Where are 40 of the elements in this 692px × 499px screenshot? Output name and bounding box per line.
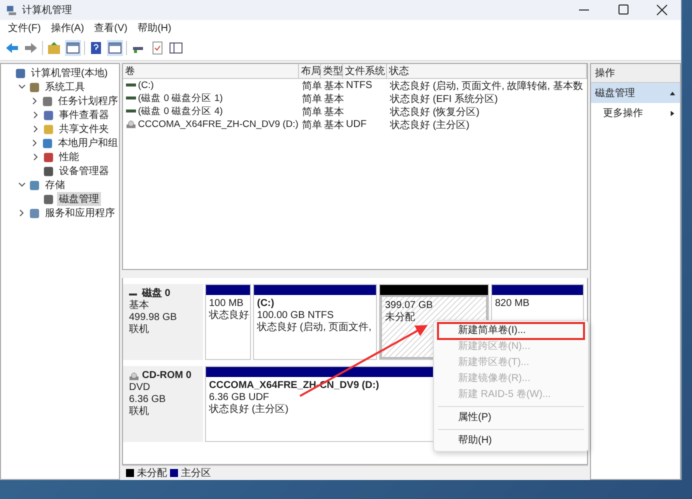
table-cell-text: 基本 [323,106,343,118]
table-cell: CCCOMA_X64FRE_ZH-CN_DV9 (D:) [138,119,298,130]
actions-header: 操作 [591,64,680,83]
table-cell-text: 状态良好 (主分区) [389,118,470,132]
table-cell-text: 基本 [323,118,343,132]
table-cell: (C:) [138,80,154,91]
disk-type: 基本 [129,300,150,312]
partition-detail: 100.00 GB NTFS [257,310,334,322]
table-cell-text: 基本 [323,92,343,106]
disk-name: 磁盘 0 [142,288,170,300]
table-cell-text: 简单 [301,118,321,132]
table-cell: (磁盘 0 磁盘分区 1) [138,92,223,105]
disk-size: 6.36 GB [129,394,167,406]
window-title: 计算机管理 [22,4,72,17]
table-cell-text: UDF [345,119,368,130]
disk-type: DVD [129,382,152,394]
table-cell: (磁盘 0 磁盘分区 4) [138,105,223,118]
partition-detail: 状态良好 (启动, 页面文件, [257,322,372,334]
partition-detail: 状态良好 (主分区) [209,404,288,416]
table-cell-text: 状态良好 (启动, 页面文件, 故障转储, 基本数 [389,80,584,92]
partition-detail: 399.07 GB [385,300,433,312]
table-cell-text: 状态良好 (EFI 系统分区) [389,92,499,106]
table-cell-text: 状态良好 (恢复分区) [389,106,480,118]
partition-detail: 状态良好 [209,310,249,322]
legend-label: 主分区 [181,466,211,480]
partition-detail: 未分配 [385,312,415,324]
partition-title: (C:) [257,298,274,310]
legend-label: 未分配 [137,466,167,480]
disk-status: 联机 [129,406,150,418]
table-cell-text: 简单 [301,92,321,106]
disk-name: CD-ROM 0 [142,370,192,382]
disk-size: 499.98 GB [129,312,178,324]
disk-status: 联机 [129,324,150,336]
partition-detail: 6.36 GB UDF [209,392,270,404]
table-cell-text: 简单 [301,106,321,118]
partition-detail: 100 MB [209,298,244,310]
table-cell-text: 简单 [301,80,321,92]
table-cell-text: NTFS [345,80,374,91]
table-cell-text: 基本 [323,80,343,92]
partition-detail: 820 MB [495,298,530,310]
